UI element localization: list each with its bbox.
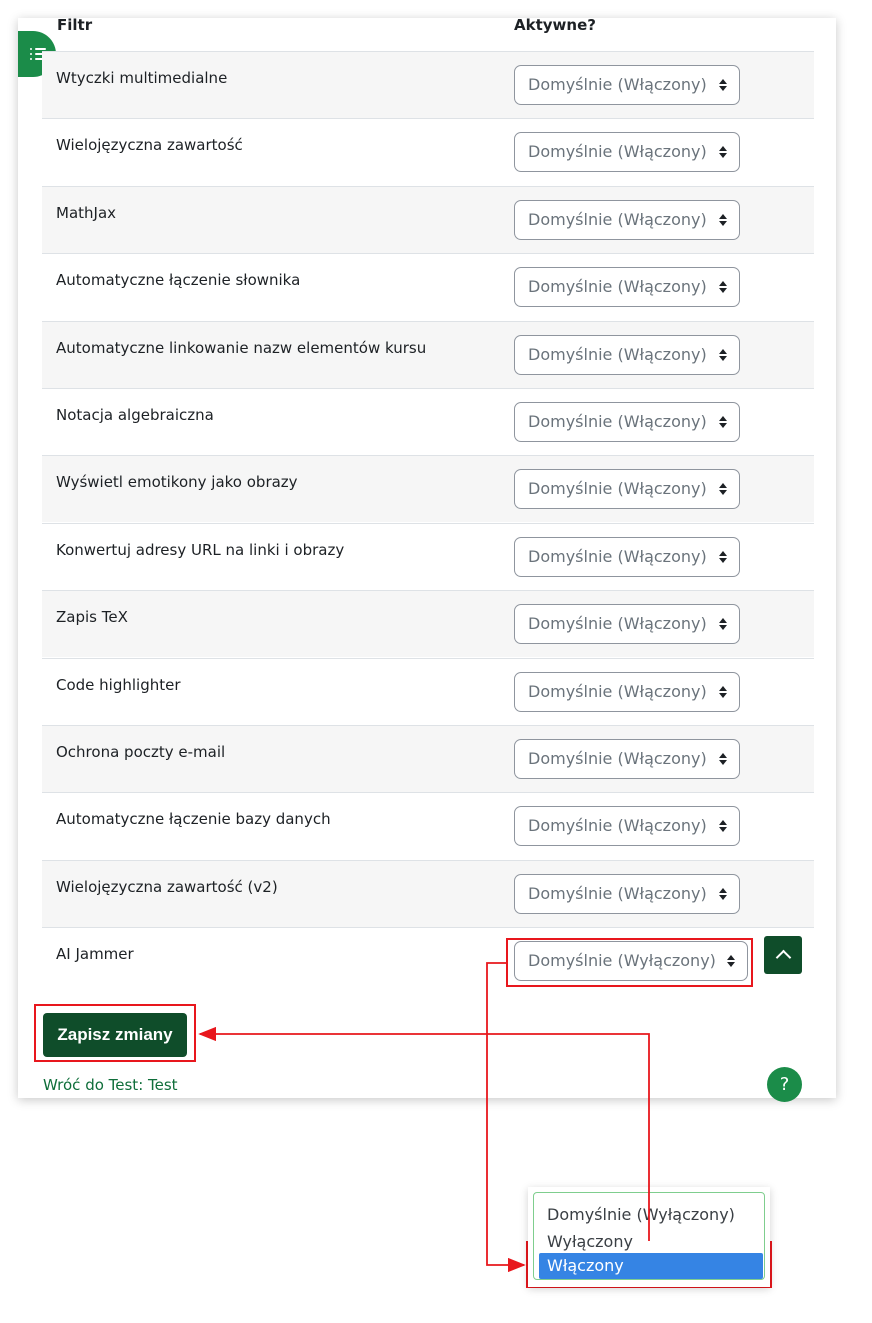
arrow-option-to-save xyxy=(198,1026,650,1241)
annotation-arrows xyxy=(198,962,650,1273)
arrow-select-to-option xyxy=(486,962,526,1273)
